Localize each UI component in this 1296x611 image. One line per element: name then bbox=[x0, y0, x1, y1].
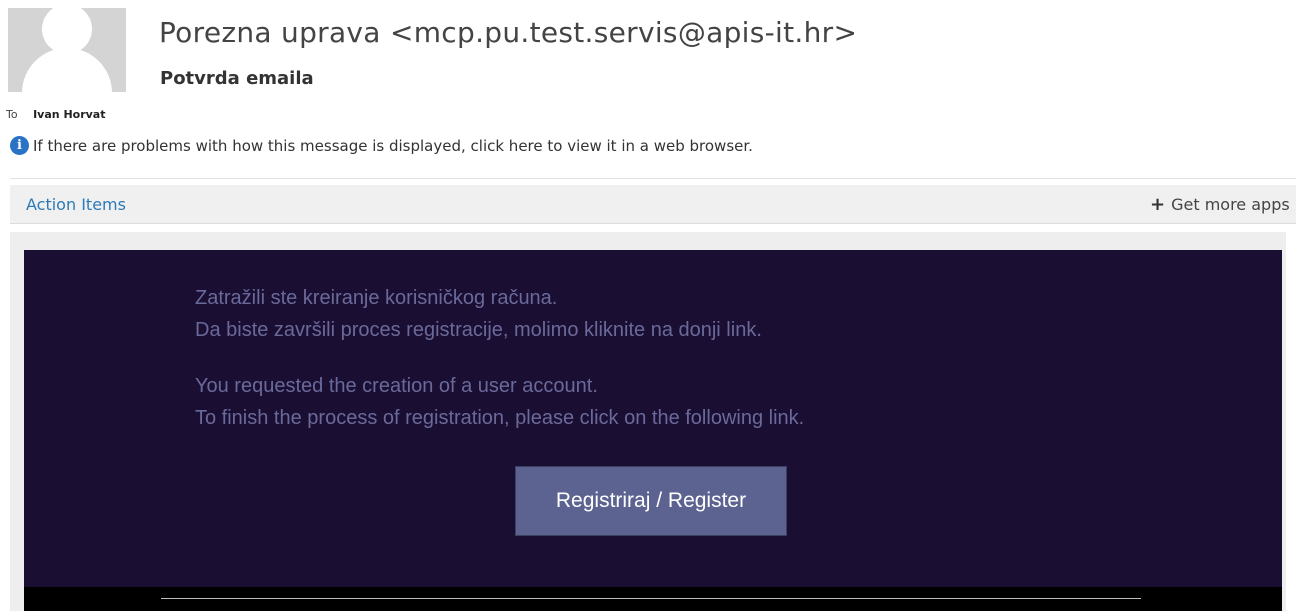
email-content-panel: Zatražili ste kreiranje korisničkog raču… bbox=[24, 250, 1282, 587]
body-line-hr-1: Zatražili ste kreiranje korisničkog raču… bbox=[195, 287, 558, 309]
display-problem-infobar[interactable]: i If there are problems with how this me… bbox=[10, 136, 753, 155]
info-icon: i bbox=[10, 136, 29, 155]
message-header: Porezna uprava <mcp.pu.test.servis@apis-… bbox=[0, 0, 1296, 224]
recipient-name[interactable]: Ivan Horvat bbox=[33, 108, 105, 121]
plus-icon: + bbox=[1150, 194, 1166, 215]
avatar-body-shape bbox=[22, 48, 112, 92]
action-bar: Action Items + Get more apps bbox=[10, 185, 1296, 224]
get-more-apps-label: Get more apps bbox=[1171, 195, 1290, 214]
get-more-apps-button[interactable]: + Get more apps bbox=[1150, 194, 1296, 215]
message-subject: Potvrda emaila bbox=[160, 68, 314, 89]
footer-divider bbox=[161, 598, 1141, 599]
register-button[interactable]: Registriraj / Register bbox=[515, 466, 787, 536]
email-footer-band bbox=[24, 587, 1282, 611]
infobar-message[interactable]: If there are problems with how this mess… bbox=[33, 137, 753, 155]
body-line-en-1: You requested the creation of a user acc… bbox=[195, 375, 598, 397]
header-divider bbox=[10, 178, 1296, 179]
message-body-frame: Zatražili ste kreiranje korisničkog raču… bbox=[10, 232, 1286, 611]
action-items-link[interactable]: Action Items bbox=[26, 195, 126, 214]
sender-avatar bbox=[8, 8, 126, 92]
body-line-en-2: To finish the process of registration, p… bbox=[195, 407, 805, 429]
to-label: To bbox=[6, 108, 18, 121]
body-line-hr-2: Da biste završili proces registracije, m… bbox=[195, 319, 762, 341]
sender-address[interactable]: Porezna uprava <mcp.pu.test.servis@apis-… bbox=[159, 16, 857, 49]
recipient-row: To Ivan Horvat bbox=[6, 108, 105, 121]
